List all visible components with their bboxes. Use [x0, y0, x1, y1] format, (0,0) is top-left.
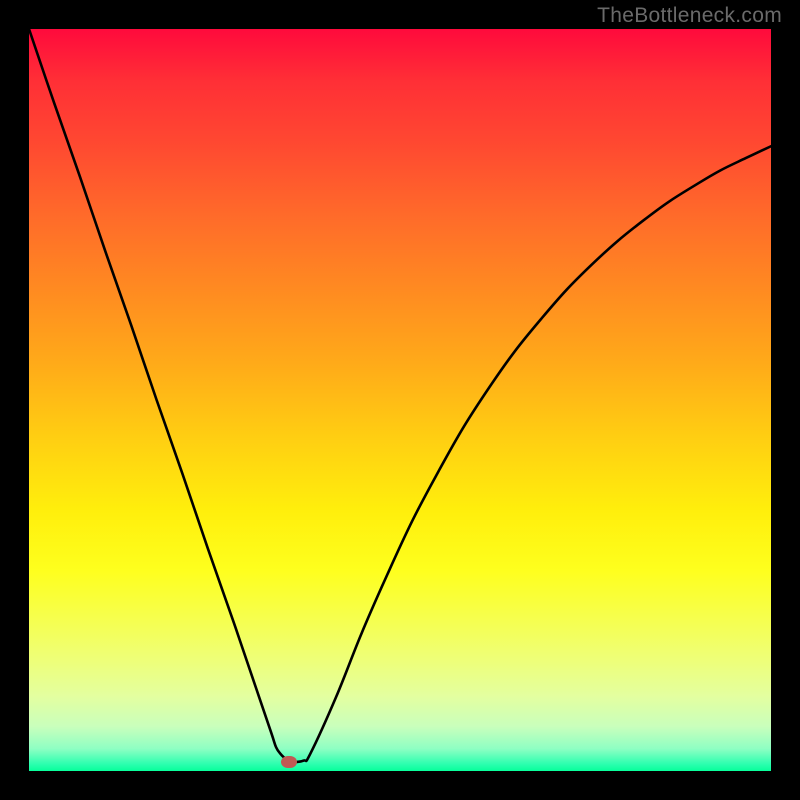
minimum-point-marker — [281, 756, 297, 768]
watermark-text: TheBottleneck.com — [597, 4, 782, 28]
plot-background-gradient — [29, 29, 771, 771]
bottleneck-curve — [29, 29, 771, 771]
